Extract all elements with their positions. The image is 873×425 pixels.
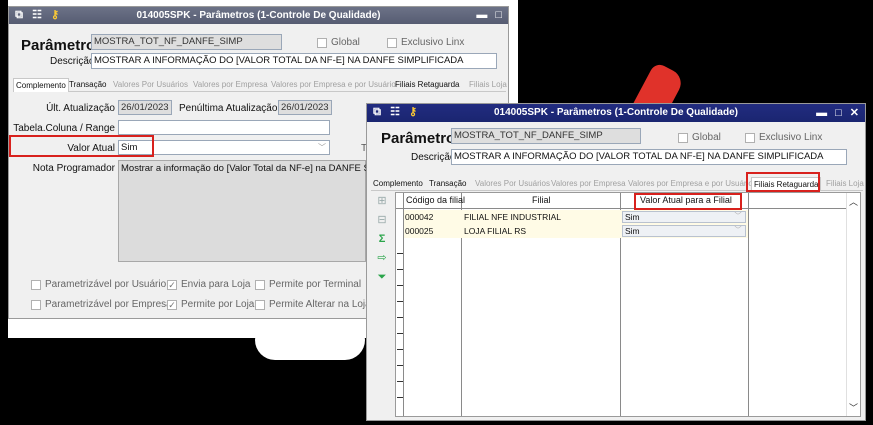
database-icon[interactable]: ☷ (389, 106, 401, 118)
tabela-coluna-label: Tabela.Coluna / Range (13, 123, 115, 134)
tab-transacao[interactable]: Transação (69, 78, 107, 92)
valor-select[interactable]: Sim ﹀ (622, 211, 746, 223)
descricao-field[interactable]: MOSTRAR A INFORMAÇÃO DO [VALOR TOTAL DA … (451, 149, 847, 165)
cell-filial: LOJA FILIAL RS (464, 226, 527, 236)
check-permite-terminal[interactable]: Permite por Terminal (255, 279, 361, 290)
maximize-icon[interactable]: □ (835, 104, 842, 122)
window-title: 014005SPK - Parâmetros (1-Controle De Qu… (136, 10, 381, 21)
minimize-icon[interactable]: ▬ (816, 104, 827, 122)
scroll-down-icon[interactable]: ﹀ (849, 401, 858, 414)
cell-valor: Sim (625, 226, 640, 236)
title-bar: ⧉ ☷ ⚷ 014005SPK - Parâmetros (1-Controle… (9, 7, 508, 24)
valor-select[interactable]: Sim ﹀ (622, 225, 746, 237)
parametro-title: Parâmetro (381, 130, 456, 147)
filter-icon[interactable]: ⏷ (375, 270, 389, 284)
check-parametrizavel-empresa[interactable]: Parametrizável por Empresa (31, 299, 172, 310)
tab-valores-usuarios[interactable]: Valores Por Usuários (475, 177, 550, 191)
filiais-grid: Código da filial Filial Valor Atual para… (395, 192, 861, 417)
highlight-valor-atual (9, 135, 154, 157)
parametros-window-front: ⧉ ☷ ⚷ 014005SPK - Parâmetros (1-Controle… (366, 103, 866, 421)
tab-transacao[interactable]: Transação (429, 177, 467, 191)
check-permite-alterar-loja[interactable]: Permite Alterar na Loja (255, 299, 371, 310)
exclusivo-linx-checkbox[interactable]: Exclusivo Linx (387, 37, 464, 48)
grid-toolbar: ⊞ ⊟ Σ ⇨ ⏷ (375, 194, 389, 284)
close-icon[interactable]: ✕ (850, 104, 859, 122)
nota-programador-label: Nota Programador (32, 163, 115, 174)
penultima-atualizacao-field: 26/01/2023 (278, 100, 332, 115)
window-menu-icon[interactable]: ⧉ (13, 9, 25, 21)
tab-filiais-retaguarda[interactable]: Filiais Retaguarda (395, 78, 459, 92)
window-title-front: 014005SPK - Parâmetros (1-Controle De Qu… (494, 107, 738, 118)
chevron-down-icon[interactable]: ﹀ (732, 226, 744, 236)
global-checkbox[interactable]: Global (678, 132, 721, 143)
key-icon[interactable]: ⚷ (49, 9, 61, 21)
parametro-field[interactable]: MOSTRA_TOT_NF_DANFE_SIMP (91, 34, 282, 50)
penultima-atualizacao-label: Penúltima Atualização (179, 103, 278, 114)
tab-valores-empresa[interactable]: Valores por Empresa (193, 78, 268, 92)
window-menu-icon[interactable]: ⧉ (371, 106, 383, 118)
highlight-valor-atual-filial (634, 193, 742, 210)
parametro-field[interactable]: MOSTRA_TOT_NF_DANFE_SIMP (451, 128, 641, 144)
cell-codigo: 000025 (405, 226, 434, 236)
check-parametrizavel-usuario[interactable]: Parametrizável por Usuário (31, 279, 166, 290)
tab-valores-usuarios[interactable]: Valores Por Usuários (113, 78, 188, 92)
descricao-label: Descrição (411, 152, 456, 163)
sum-icon[interactable]: Σ (375, 232, 389, 246)
cell-codigo: 000042 (405, 212, 434, 222)
white-brush-stroke (255, 320, 365, 360)
parametro-title: Parâmetro (21, 37, 96, 54)
exclusivo-linx-checkbox[interactable]: Exclusivo Linx (745, 132, 822, 143)
tab-complemento[interactable]: Complemento (13, 78, 69, 92)
header-codigo-filial[interactable]: Código da filial (406, 195, 465, 205)
scroll-up-icon[interactable]: ︿ (849, 195, 858, 208)
ult-atualizacao-label: Últ. Atualização (46, 103, 115, 114)
descricao-field[interactable]: MOSTRAR A INFORMAÇÃO DO [VALOR TOTAL DA … (91, 53, 497, 69)
nota-programador-text: Mostrar a informação do [Valor Total da … (121, 163, 405, 174)
tab-valores-empresa-usuario[interactable]: Valores por Empresa e por Usuário (271, 78, 396, 92)
tab-complemento[interactable]: Complemento (373, 177, 423, 191)
cell-valor: Sim (625, 212, 640, 222)
global-checkbox[interactable]: Global (317, 37, 360, 48)
vertical-scrollbar[interactable]: ︿ ﹀ (846, 193, 860, 416)
highlight-filiais-retaguarda (746, 172, 820, 192)
tabela-coluna-field[interactable] (118, 120, 330, 135)
database-icon[interactable]: ☷ (31, 9, 43, 21)
delete-row-icon[interactable]: ⊟ (375, 213, 389, 227)
check-permite-loja[interactable]: ✓ Permite por Loja (167, 299, 254, 310)
tab-valores-empresa-usuario[interactable]: Valores por Empresa e por Usuário (628, 177, 753, 191)
export-icon[interactable]: ⇨ (375, 251, 389, 265)
tab-valores-empresa[interactable]: Valores por Empresa (551, 177, 626, 191)
descricao-label: Descrição (50, 56, 95, 67)
maximize-icon[interactable]: □ (495, 7, 502, 24)
insert-row-icon[interactable]: ⊞ (375, 194, 389, 208)
ult-atualizacao-field: 26/01/2023 (118, 100, 172, 115)
nota-programador-field[interactable]: Mostrar a informação do [Valor Total da … (118, 160, 404, 262)
tab-filiais-loja[interactable]: Filiais Loja (826, 177, 864, 191)
header-filial[interactable]: Filial (532, 195, 551, 205)
title-bar-front: ⧉ ☷ ⚷ 014005SPK - Parâmetros (1-Controle… (367, 104, 865, 122)
key-icon[interactable]: ⚷ (407, 106, 419, 118)
check-envia-loja[interactable]: ✓ Envia para Loja (167, 279, 251, 290)
minimize-icon[interactable]: ▬ (476, 7, 487, 24)
chevron-down-icon[interactable]: ﹀ (316, 142, 328, 154)
chevron-down-icon[interactable]: ﹀ (732, 212, 744, 222)
cell-filial: FILIAL NFE INDUSTRIAL (464, 212, 561, 222)
tab-filiais-loja[interactable]: Filiais Loja (469, 78, 507, 92)
tab-bar: Complemento Transação Valores Por Usuári… (13, 78, 507, 92)
